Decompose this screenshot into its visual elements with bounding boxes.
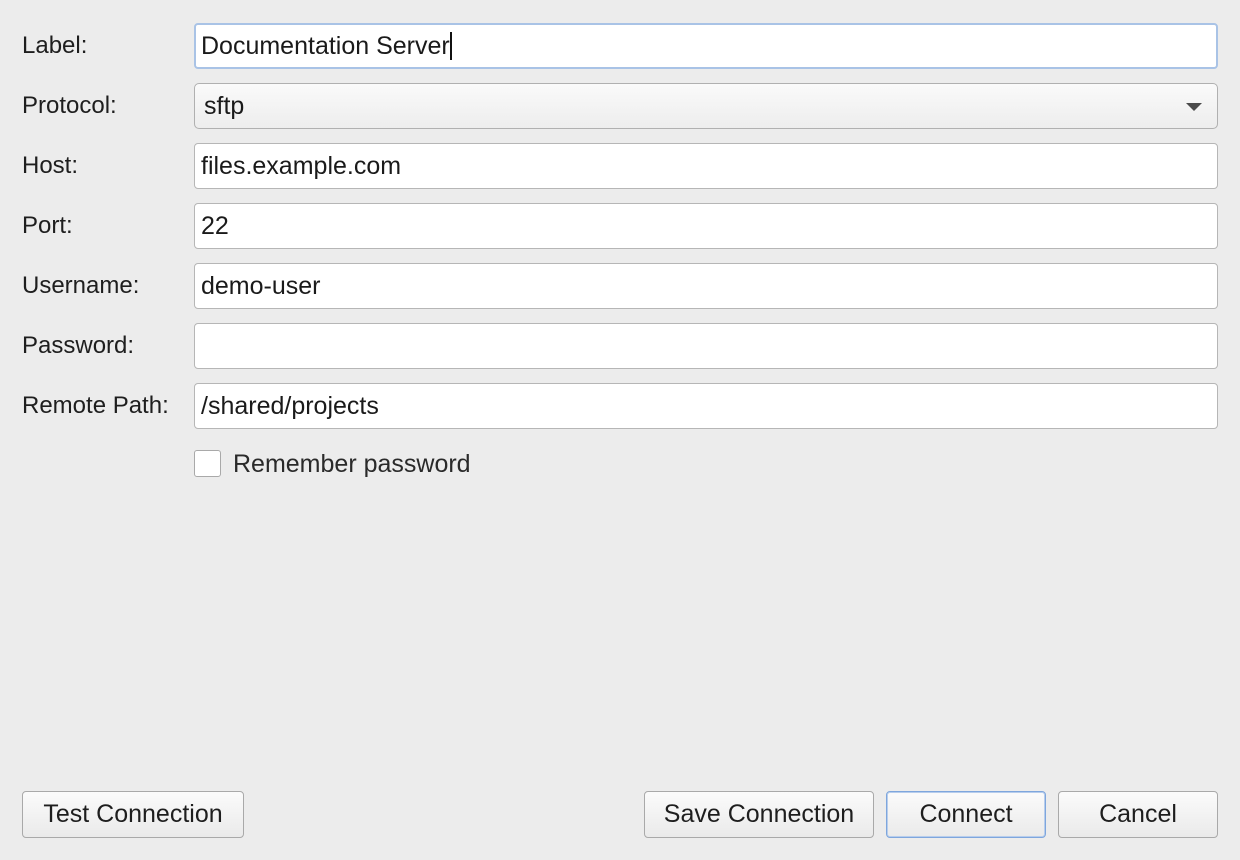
host-input[interactable]: files.example.com <box>194 143 1218 189</box>
remember-password-checkbox[interactable] <box>194 450 221 477</box>
remember-password-option[interactable]: Remember password <box>194 448 614 480</box>
protocol-field-label: Protocol: <box>22 92 117 119</box>
password-input[interactable] <box>194 323 1218 369</box>
port-row: Port: 22 <box>0 202 1240 250</box>
protocol-select-value: sftp <box>204 92 245 120</box>
save-connection-button[interactable]: Save Connection <box>644 791 874 838</box>
remote-path-field-label: Remote Path: <box>22 392 169 419</box>
host-row: Host: files.example.com <box>0 142 1240 190</box>
protocol-row: Protocol: sftp <box>0 82 1240 130</box>
host-field-label: Host: <box>22 152 79 179</box>
label-row: Label: Documentation Server <box>0 22 1240 70</box>
username-input[interactable]: demo-user <box>194 263 1218 309</box>
remember-password-label[interactable]: Remember password <box>233 448 471 480</box>
username-input-value: demo-user <box>201 272 321 300</box>
port-input-value: 22 <box>201 212 229 240</box>
remote-path-input[interactable]: /shared/projects <box>194 383 1218 429</box>
username-row: Username: demo-user <box>0 262 1240 310</box>
label-field-label: Label: <box>22 32 88 59</box>
label-input-value: Documentation Server <box>201 32 450 60</box>
cancel-button[interactable]: Cancel <box>1058 791 1218 838</box>
connect-button[interactable]: Connect <box>886 791 1046 838</box>
password-field-label: Password: <box>22 332 135 359</box>
label-input[interactable]: Documentation Server <box>194 23 1218 69</box>
remote-path-input-value: /shared/projects <box>201 392 379 420</box>
host-input-value: files.example.com <box>201 152 402 180</box>
username-field-label: Username: <box>22 272 140 299</box>
password-row: Password: <box>0 322 1240 370</box>
remote-path-row: Remote Path: /shared/projects <box>0 382 1240 430</box>
test-connection-button[interactable]: Test Connection <box>22 791 244 838</box>
text-cursor <box>449 31 452 60</box>
chevron-down-icon <box>1186 103 1202 111</box>
port-field-label: Port: <box>22 212 73 239</box>
port-input[interactable]: 22 <box>194 203 1218 249</box>
protocol-select[interactable]: sftp <box>194 83 1218 129</box>
